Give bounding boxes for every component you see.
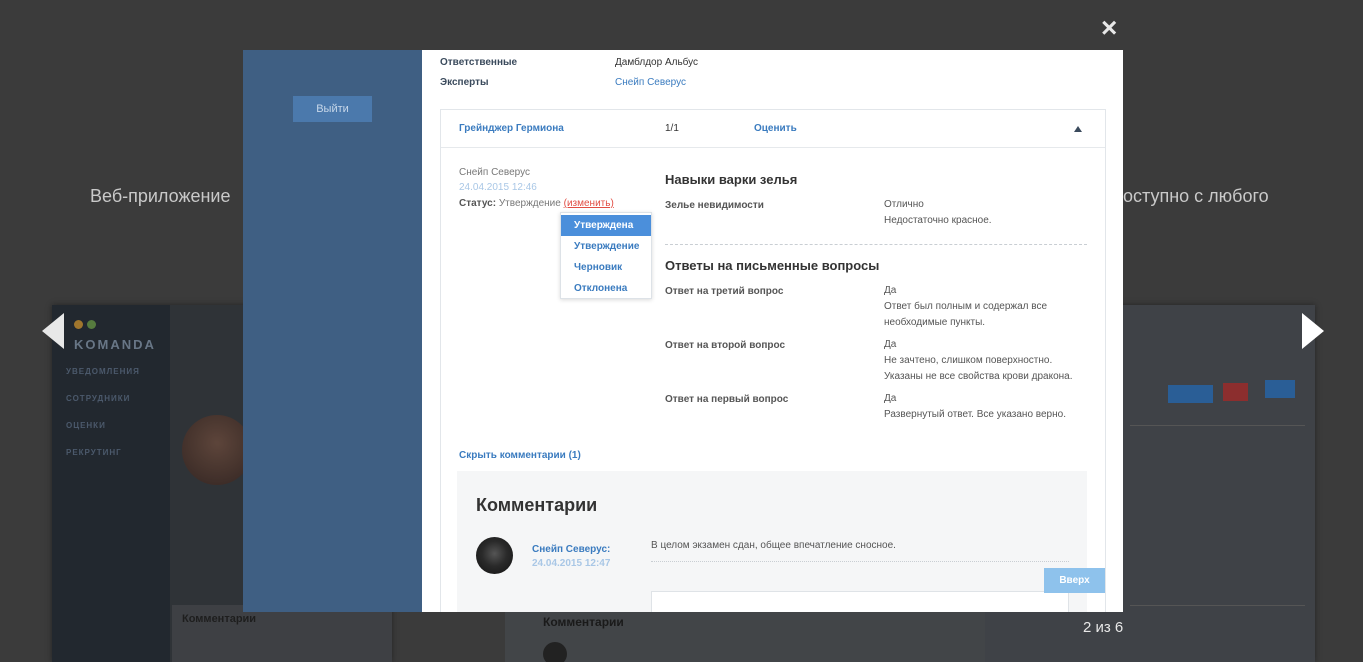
responsible-label: Ответственные [440, 57, 518, 68]
candidate-name[interactable]: Грейнджер Гермиона [459, 123, 564, 134]
answer-grade: Да [884, 393, 897, 404]
comment-author[interactable]: Снейп Северус: [532, 544, 610, 555]
prev-arrow-icon[interactable] [42, 313, 64, 349]
comment-date: 24.04.2015 12:47 [532, 558, 611, 569]
logout-button[interactable]: Выйти [293, 96, 372, 122]
answer-comment: необходимые пункты. [884, 317, 986, 328]
status-label: Статус: [459, 198, 497, 209]
skills-title: Навыки варки зелья [665, 172, 798, 187]
comments-title: Комментарии [476, 495, 598, 515]
status-option-approval[interactable]: Утверждение [561, 236, 651, 257]
avatar [476, 537, 513, 574]
written-title: Ответы на письменные вопросы [665, 258, 880, 273]
question-label: Зелье невидимости [665, 200, 764, 211]
bg-tagline-right: оступно с любого [1123, 186, 1269, 206]
experts-label: Эксперты [440, 77, 489, 88]
next-arrow-icon[interactable] [1302, 313, 1324, 349]
app-content: Ответственные Дамблдор Альбус Эксперты С… [422, 50, 1123, 612]
comment-divider [651, 561, 1069, 562]
bg-comments-title: Комментарии [543, 615, 624, 629]
review-date: 24.04.2015 12:46 [459, 182, 537, 193]
question-label: Ответ на второй вопрос [665, 340, 786, 351]
question-label: Ответ на первый вопрос [665, 394, 789, 405]
answer-comment: Указаны не все свойства крови дракона. [884, 371, 1073, 382]
answer-grade: Да [884, 339, 897, 350]
answer-block: Да Ответ был полным и содержал все необх… [884, 283, 1094, 331]
answer-comment: Недостаточно красное. [884, 215, 992, 226]
bg-button [1265, 380, 1295, 398]
slide-counter: 2 из 6 [1083, 619, 1124, 636]
answer-block: Да Развернутый ответ. Все указано верно. [884, 391, 1094, 423]
candidate-card: Грейнджер Гермиона 1/1 Оценить Снейп Сев… [440, 109, 1106, 612]
answer-comment: Развернутый ответ. Все указано верно. [884, 409, 1066, 420]
answer-grade: Отлично [884, 199, 924, 210]
bg-tagline-left: Веб-приложение [90, 186, 231, 206]
status-option-approved[interactable]: Утверждена [561, 215, 651, 236]
candidate-header: Грейнджер Гермиона 1/1 Оценить [441, 110, 1105, 148]
question-label: Ответ на третий вопрос [665, 286, 784, 297]
review-author: Снейп Северус [459, 167, 530, 178]
candidate-score: 1/1 [665, 123, 679, 134]
bg-divider [1130, 605, 1305, 606]
answer-grade: Да [884, 285, 897, 296]
change-status-link[interactable]: (изменить) [564, 198, 614, 209]
bg-divider [1130, 425, 1305, 426]
rate-link[interactable]: Оценить [754, 123, 797, 134]
bg-avatar [543, 642, 567, 662]
bg-button [1223, 383, 1248, 401]
status-option-rejected[interactable]: Отклонена [561, 278, 651, 299]
review-status: Статус: Утверждение (изменить) [459, 198, 614, 209]
hide-comments-link[interactable]: Скрыть комментарии (1) [459, 450, 581, 461]
section-divider [665, 244, 1087, 245]
comment-text: В целом экзамен сдан, общее впечатление … [651, 540, 896, 551]
status-option-draft[interactable]: Черновик [561, 257, 651, 278]
answer-comment: Ответ был полным и содержал все [884, 301, 1048, 312]
scroll-up-button[interactable]: Вверх [1044, 568, 1105, 593]
lightbox-image: Выйти Ответственные Дамблдор Альбус Эксп… [243, 50, 1123, 612]
experts-value[interactable]: Снейп Северус [615, 77, 686, 88]
responsible-value: Дамблдор Альбус [615, 57, 699, 68]
comment-input[interactable] [651, 591, 1069, 612]
comments-panel: Комментарии Снейп Северус: 24.04.2015 12… [457, 471, 1087, 612]
status-dropdown[interactable]: Утверждена Утверждение Черновик Отклонен… [560, 212, 652, 299]
app-sidebar: Выйти [243, 50, 422, 612]
bg-button [1168, 385, 1213, 403]
status-value: Утверждение [498, 198, 561, 209]
answer-comment: Не зачтено, слишком поверхностно. [884, 355, 1053, 366]
close-icon[interactable]: × [1101, 14, 1117, 42]
answer-block: Да Не зачтено, слишком поверхностно. Ука… [884, 337, 1094, 385]
collapse-icon[interactable] [1074, 126, 1082, 132]
answer-block: Отлично Недостаточно красное. [884, 197, 1094, 229]
